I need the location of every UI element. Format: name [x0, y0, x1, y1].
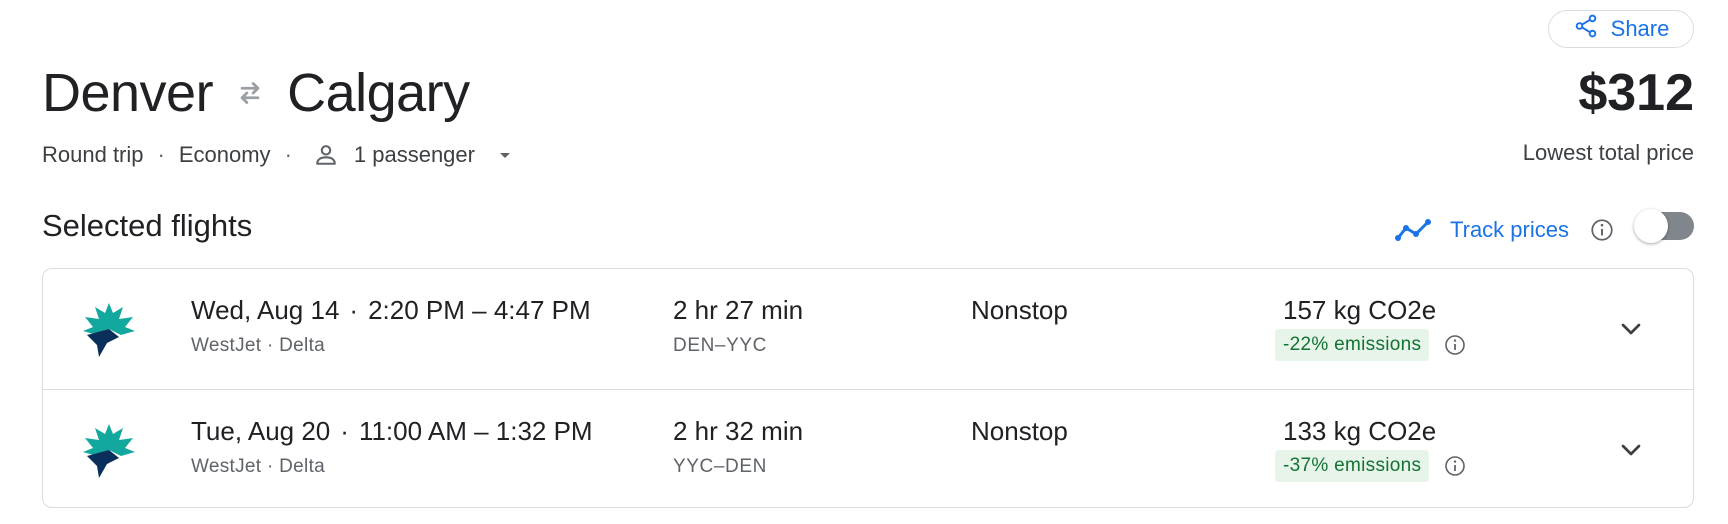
flight-carriers: WestJet · Delta: [191, 456, 326, 477]
flight-duration: 2 hr 32 min: [673, 416, 804, 446]
route-title: Denver Calgary: [42, 58, 470, 128]
passenger-selector[interactable]: 1 passenger: [354, 142, 475, 168]
info-icon[interactable]: [1589, 217, 1615, 243]
flight-emissions: 133 kg CO2e: [1283, 416, 1437, 446]
westjet-logo: [79, 299, 139, 359]
separator-dot: ·: [284, 142, 292, 167]
track-prices-toggle[interactable]: [1634, 209, 1694, 243]
caret-down-icon[interactable]: [493, 143, 517, 167]
trending-line-icon: [1394, 216, 1434, 244]
cabin-class: Economy: [178, 142, 271, 167]
person-icon: [312, 141, 340, 169]
selected-flights-heading: Selected flights: [42, 208, 253, 243]
chevron-down-icon[interactable]: [1615, 434, 1647, 466]
flight-row-return[interactable]: Tue, Aug 20 · 11:00 AM – 1:32 PM WestJet ·…: [43, 389, 1693, 507]
flight-stops: Nonstop: [971, 295, 1068, 325]
flight-time-range: 2:20 PM – 4:47 PM: [368, 295, 591, 325]
flight-date: Wed, Aug 14: [191, 295, 340, 325]
share-label: Share: [1610, 16, 1670, 41]
flight-times: Tue, Aug 20 · 11:00 AM – 1:32 PM: [191, 416, 593, 447]
flight-times: Wed, Aug 14 · 2:20 PM – 4:47 PM: [191, 295, 591, 326]
chevron-down-icon[interactable]: [1615, 313, 1647, 345]
flight-emissions: 157 kg CO2e: [1283, 295, 1437, 325]
selected-flights-list: Wed, Aug 14 · 2:20 PM – 4:47 PM WestJet · …: [42, 268, 1694, 508]
lowest-price: $312: [1578, 64, 1694, 122]
trip-details: Round trip · Economy · 1 passenger: [42, 138, 517, 172]
destination-city: Calgary: [287, 63, 470, 123]
separator-dot: ·: [349, 295, 359, 325]
track-prices[interactable]: Track prices: [1394, 212, 1615, 248]
flight-row-outbound[interactable]: Wed, Aug 14 · 2:20 PM – 4:47 PM WestJet · …: [43, 269, 1693, 389]
westjet-logo: [79, 420, 139, 480]
toggle-knob: [1634, 209, 1668, 243]
emissions-badge: -22% emissions: [1275, 329, 1430, 361]
flight-airports: YYC–DEN: [673, 456, 767, 477]
separator-dot: ·: [157, 142, 165, 167]
emissions-badge: -37% emissions: [1275, 450, 1430, 482]
track-prices-label[interactable]: Track prices: [1450, 217, 1569, 243]
flight-date: Tue, Aug 20: [191, 416, 331, 446]
flight-carriers: WestJet · Delta: [191, 335, 326, 356]
info-icon[interactable]: [1443, 454, 1467, 478]
flight-time-range: 11:00 AM – 1:32 PM: [358, 416, 593, 446]
share-button[interactable]: Share: [1548, 10, 1694, 48]
share-icon: [1573, 13, 1599, 45]
info-icon[interactable]: [1443, 333, 1467, 357]
origin-city: Denver: [42, 63, 214, 123]
flight-airports: DEN–YYC: [673, 335, 767, 356]
flight-stops: Nonstop: [971, 416, 1068, 446]
lowest-price-label: Lowest total price: [1522, 140, 1694, 165]
separator-dot: ·: [340, 416, 349, 446]
round-trip-arrows-icon: [231, 74, 269, 112]
flight-duration: 2 hr 27 min: [673, 295, 804, 325]
trip-type: Round trip: [42, 142, 144, 167]
